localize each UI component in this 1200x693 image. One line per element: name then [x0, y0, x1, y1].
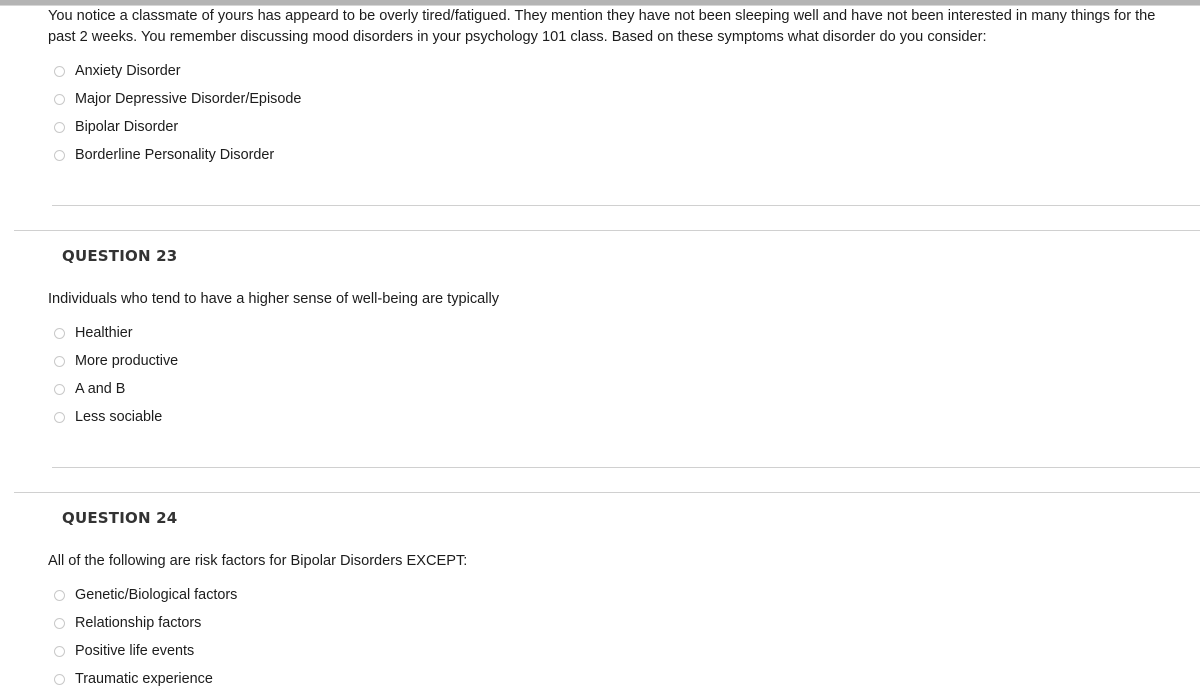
option-label: Positive life events	[75, 643, 195, 659]
radio-button-icon[interactable]	[54, 327, 65, 339]
option-label: Less sociable	[75, 409, 163, 425]
radio-button-icon[interactable]	[54, 589, 65, 601]
option-label: A and B	[75, 381, 126, 397]
option-list: Healthier More productive A and B Less s…	[0, 310, 1200, 431]
question-prompt: Individuals who tend to have a higher se…	[48, 291, 500, 307]
option-row[interactable]: Borderline Personality Disorder	[0, 141, 1200, 169]
option-row[interactable]: Positive life events	[0, 637, 1200, 665]
radio-button-icon[interactable]	[54, 673, 65, 685]
option-row[interactable]: Traumatic experience	[0, 665, 1200, 693]
option-label: More productive	[75, 353, 179, 369]
quiz-page: You notice a classmate of yours has appe…	[0, 0, 1200, 687]
question-block-3: QUESTION 24 All of the following are ris…	[0, 493, 1200, 693]
radio-button-icon[interactable]	[54, 617, 65, 629]
option-label: Genetic/Biological factors	[75, 587, 238, 603]
question-header: QUESTION 24	[62, 509, 178, 527]
radio-button-icon[interactable]	[54, 65, 65, 77]
radio-button-icon[interactable]	[54, 121, 65, 133]
option-label: Healthier	[75, 325, 133, 341]
radio-button-icon[interactable]	[54, 645, 65, 657]
option-list: Genetic/Biological factors Relationship …	[0, 572, 1200, 693]
question-block-2: QUESTION 23 Individuals who tend to have…	[0, 231, 1200, 493]
option-list: Anxiety Disorder Major Depressive Disord…	[0, 48, 1200, 169]
radio-button-icon[interactable]	[54, 149, 65, 161]
option-label: Anxiety Disorder	[75, 63, 181, 79]
option-row[interactable]: Bipolar Disorder	[0, 113, 1200, 141]
question-prompt: All of the following are risk factors fo…	[48, 553, 468, 569]
option-label: Bipolar Disorder	[75, 119, 179, 135]
option-row[interactable]: More productive	[0, 347, 1200, 375]
radio-button-icon[interactable]	[54, 383, 65, 395]
question-header: QUESTION 23	[62, 247, 178, 265]
radio-button-icon[interactable]	[54, 355, 65, 367]
option-row[interactable]: Major Depressive Disorder/Episode	[0, 85, 1200, 113]
option-row[interactable]: A and B	[0, 375, 1200, 403]
option-row[interactable]: Less sociable	[0, 403, 1200, 431]
radio-button-icon[interactable]	[54, 93, 65, 105]
option-label: Borderline Personality Disorder	[75, 147, 275, 163]
option-row[interactable]: Anxiety Disorder	[0, 57, 1200, 85]
option-label: Relationship factors	[75, 615, 202, 631]
option-row[interactable]: Healthier	[0, 319, 1200, 347]
question-block-1: You notice a classmate of yours has appe…	[0, 6, 1200, 231]
question-prompt: You notice a classmate of yours has appe…	[48, 8, 1156, 45]
option-label: Traumatic experience	[75, 671, 213, 687]
option-label: Major Depressive Disorder/Episode	[75, 91, 302, 107]
option-row[interactable]: Genetic/Biological factors	[0, 581, 1200, 609]
option-row[interactable]: Relationship factors	[0, 609, 1200, 637]
quiz-content: You notice a classmate of yours has appe…	[0, 6, 1200, 693]
radio-button-icon[interactable]	[54, 411, 65, 423]
